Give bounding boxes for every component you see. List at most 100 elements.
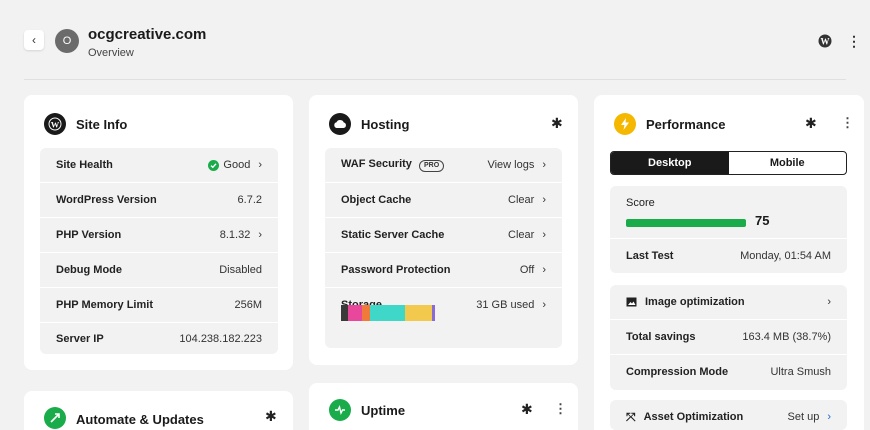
- total-savings-row: Total savings 163.4 MB (38.7%): [610, 320, 847, 354]
- row-label-wrap: Image optimization: [626, 296, 745, 308]
- site-info-list: Site Health Good › WordPress Version 6.7…: [40, 148, 278, 354]
- svg-text:W: W: [821, 37, 830, 47]
- clear-static-cache-button[interactable]: Clear: [508, 229, 534, 241]
- last-test-row: Last Test Monday, 01:54 AM: [610, 239, 847, 273]
- password-protection-row[interactable]: Password Protection Off ›: [325, 253, 562, 287]
- php-version-value: 8.1.32: [219, 229, 251, 241]
- asset-optimization-panel: ⤧ Asset Optimization Set up ›: [610, 400, 847, 430]
- row-value: Disabled: [219, 264, 262, 276]
- automate-icon: [44, 407, 66, 429]
- row-value: 163.4 MB (38.7%): [742, 331, 831, 343]
- row-value: Monday, 01:54 AM: [740, 250, 831, 262]
- more-vertical-icon[interactable]: ⋮: [841, 115, 854, 131]
- asset-optimization-row[interactable]: ⤧ Asset Optimization Set up ›: [610, 400, 847, 430]
- image-optimization-title: Image optimization: [645, 296, 745, 308]
- avatar-letter: O: [62, 35, 72, 47]
- row-label: WAF Security: [341, 158, 412, 170]
- chevron-right-icon: ›: [258, 159, 262, 171]
- cloud-icon: [329, 113, 351, 135]
- tab-mobile[interactable]: Mobile: [729, 152, 847, 174]
- row-value: 6.7.2: [237, 194, 262, 206]
- row-value: Ultra Smush: [770, 366, 831, 378]
- view-logs-link[interactable]: View logs: [487, 159, 534, 171]
- row-label: Total savings: [626, 331, 696, 343]
- gear-icon[interactable]: ✱: [265, 408, 277, 425]
- more-vertical-icon[interactable]: ⋮: [847, 33, 861, 50]
- pro-badge: PRO: [418, 160, 445, 172]
- check-circle-icon: [208, 159, 220, 171]
- php-memory-row: PHP Memory Limit 256M: [40, 288, 278, 322]
- row-value: View logs ›: [487, 159, 546, 171]
- php-version-row[interactable]: PHP Version 8.1.32 ›: [40, 218, 278, 252]
- storage-bar: [341, 305, 435, 321]
- more-vertical-icon[interactable]: ⋮: [554, 401, 567, 417]
- wordpress-icon: W: [44, 113, 66, 135]
- row-value: 8.1.32 ›: [220, 229, 262, 241]
- row-label: Debug Mode: [56, 264, 122, 276]
- automate-title: Automate & Updates: [76, 412, 204, 427]
- gear-icon[interactable]: ✱: [521, 401, 533, 418]
- row-label: PHP Version: [56, 229, 122, 241]
- uptime-card: Uptime ✱ ⋮: [309, 383, 578, 430]
- chevron-right-icon: ›: [542, 194, 546, 206]
- storage-segment: [341, 305, 348, 321]
- row-label-wrap: WAF Security PRO: [341, 158, 445, 172]
- row-label: Compression Mode: [626, 366, 729, 378]
- chevron-left-icon: ‹: [32, 33, 36, 47]
- site-name[interactable]: ocgcreative.com: [88, 26, 206, 43]
- row-value: Set up ›: [788, 411, 831, 423]
- site-info-title: Site Info: [76, 117, 128, 132]
- site-info-card: W Site Info Site Health Good › WordPress…: [24, 95, 293, 370]
- storage-segment: [362, 305, 370, 321]
- score-bar: [626, 219, 746, 227]
- chevron-right-icon: ›: [542, 229, 546, 241]
- row-value: 104.238.182.223: [179, 333, 262, 345]
- site-avatar: O: [55, 29, 79, 53]
- tab-desktop[interactable]: Desktop: [611, 152, 729, 174]
- row-label: Static Server Cache: [341, 229, 445, 241]
- storage-segment: [348, 305, 362, 321]
- gear-icon[interactable]: ✱: [805, 115, 817, 132]
- site-header: ‹ O ocgcreative.com Overview W ⋮: [0, 0, 870, 80]
- chevron-right-icon: ›: [542, 159, 546, 171]
- row-label: PHP Memory Limit: [56, 299, 153, 311]
- chevron-right-icon: ›: [542, 299, 546, 311]
- row-value: 256M: [234, 299, 262, 311]
- score-value: 75: [755, 213, 770, 228]
- object-cache-row[interactable]: Object Cache Clear ›: [325, 183, 562, 217]
- server-ip-row: Server IP 104.238.182.223: [40, 322, 278, 356]
- page-subtitle: Overview: [88, 47, 134, 59]
- compression-mode-row: Compression Mode Ultra Smush: [610, 355, 847, 389]
- chevron-right-icon: ›: [258, 229, 262, 241]
- row-label: Last Test: [626, 250, 674, 262]
- row-value: Clear ›: [508, 194, 546, 206]
- storage-segment: [432, 305, 435, 321]
- row-label: Object Cache: [341, 194, 412, 206]
- lightning-icon: [614, 113, 636, 135]
- performance-score-panel: Score 75 Last Test Monday, 01:54 AM: [610, 186, 847, 273]
- row-label-wrap: ⤧ Asset Optimization: [626, 410, 743, 425]
- row-label: WordPress Version: [56, 194, 157, 206]
- clear-object-cache-button[interactable]: Clear: [508, 194, 534, 206]
- score-label: Score: [626, 197, 655, 209]
- image-optimization-panel: Image optimization › Total savings 163.4…: [610, 285, 847, 390]
- chevron-right-icon: ›: [542, 264, 546, 276]
- site-health-value: Good: [223, 159, 251, 171]
- asset-optimization-title: Asset Optimization: [643, 411, 744, 423]
- row-value: Clear ›: [508, 229, 546, 241]
- static-cache-row[interactable]: Static Server Cache Clear ›: [325, 218, 562, 252]
- back-button[interactable]: ‹: [24, 30, 44, 50]
- row-label: Password Protection: [341, 264, 451, 276]
- hosting-card: Hosting ✱ WAF Security PRO View logs › O…: [309, 95, 578, 365]
- debug-mode-row: Debug Mode Disabled: [40, 253, 278, 287]
- site-health-row[interactable]: Site Health Good ›: [40, 148, 278, 182]
- waf-security-row[interactable]: WAF Security PRO View logs ›: [325, 148, 562, 182]
- wordpress-version-row: WordPress Version 6.7.2: [40, 183, 278, 217]
- image-optimization-row[interactable]: Image optimization ›: [610, 285, 847, 319]
- row-value: 31 GB used ›: [476, 299, 546, 311]
- storage-used-value: 31 GB used: [476, 299, 535, 311]
- gear-icon[interactable]: ✱: [551, 115, 563, 132]
- row-label: Server IP: [56, 333, 104, 345]
- set-up-link[interactable]: Set up: [788, 411, 820, 423]
- wordpress-icon[interactable]: W: [818, 34, 832, 53]
